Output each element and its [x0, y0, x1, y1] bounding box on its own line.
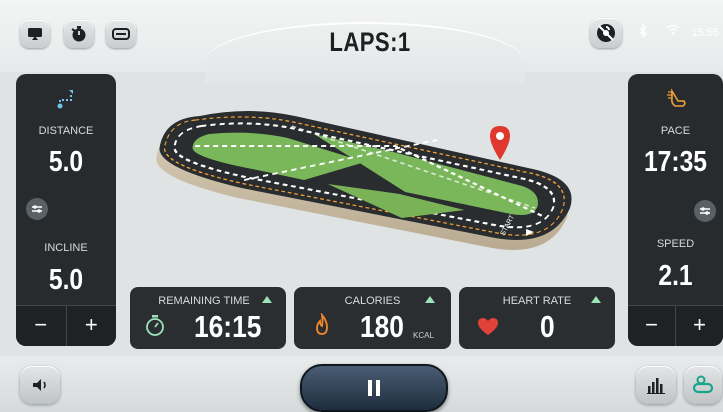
pause-button[interactable] [300, 364, 448, 412]
left-stats-panel: DISTANCE 5.0 INCLINE 5.0 − + [16, 74, 116, 346]
heart-rate-value: 0 [540, 309, 555, 344]
heart-rate-card[interactable]: HEART RATE 0 [459, 287, 615, 349]
clock-time: 15:55 [691, 27, 719, 39]
pace-label: PACE [660, 125, 691, 137]
wifi-icon [666, 24, 680, 39]
expand-arrow-icon [425, 296, 435, 303]
fan-button[interactable] [590, 18, 622, 48]
calories-card[interactable]: CALORIES 180 KCAL [294, 287, 451, 349]
screen-cast-button[interactable] [20, 20, 50, 48]
speed-plus-button[interactable]: + [676, 306, 723, 346]
incline-stepper: − + [16, 305, 116, 346]
incline-adjust-button[interactable] [26, 198, 48, 220]
track-icon [692, 375, 714, 394]
card-button[interactable] [106, 20, 136, 48]
remaining-time-title: REMAINING TIME [158, 295, 250, 307]
speed-minus-button[interactable]: − [628, 306, 676, 346]
incline-label: INCLINE [44, 242, 88, 254]
bar-chart-icon [647, 378, 665, 394]
volume-button[interactable] [20, 366, 60, 404]
remaining-time-value: 16:15 [194, 309, 262, 344]
heart-icon [478, 318, 498, 335]
speed-label: SPEED [656, 238, 695, 250]
incline-plus-button[interactable]: + [67, 306, 117, 346]
calories-unit: KCAL [413, 331, 434, 340]
incline-value: 5.0 [48, 264, 84, 296]
remaining-time-card[interactable]: REMAINING TIME 16:15 [130, 287, 286, 349]
sliders-icon [32, 205, 42, 213]
expand-arrow-icon [591, 296, 601, 303]
speed-adjust-button[interactable] [694, 200, 716, 222]
sliders-icon [700, 207, 710, 215]
track-map: START [156, 111, 572, 251]
right-stats-panel: PACE 17:35 SPEED 2.1 − + [628, 74, 723, 346]
route-icon [57, 90, 73, 109]
no-fan-icon [597, 24, 615, 42]
card-icon [112, 28, 130, 40]
timer-button[interactable] [64, 20, 94, 48]
track-view-button[interactable] [684, 366, 722, 404]
flame-icon [316, 313, 328, 335]
timer-icon [71, 26, 86, 42]
distance-label: DISTANCE [38, 125, 94, 137]
stats-button[interactable] [636, 366, 676, 404]
speed-value: 2.1 [658, 260, 693, 292]
distance-value: 5.0 [48, 146, 84, 178]
screen-cast-icon [28, 28, 42, 40]
calories-value: 180 [360, 309, 404, 344]
pace-value: 17:35 [643, 146, 708, 178]
pause-icon [368, 380, 380, 396]
stopwatch-icon [146, 315, 164, 336]
location-pin-icon [490, 126, 510, 160]
bluetooth-icon [638, 23, 648, 41]
incline-minus-button[interactable]: − [16, 306, 67, 346]
shoe-icon [667, 88, 686, 107]
laps-counter: LAPS:1 [329, 27, 411, 57]
speed-stepper: − + [628, 305, 723, 346]
expand-arrow-icon [262, 296, 272, 303]
speaker-icon [33, 379, 46, 391]
